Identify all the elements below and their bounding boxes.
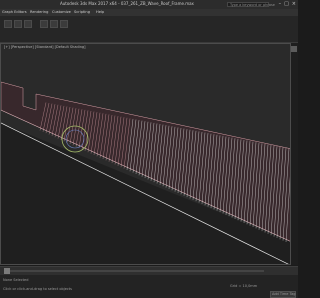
close-button[interactable]: ×	[292, 1, 296, 7]
menu-customize[interactable]: Customize	[52, 10, 71, 14]
search-box[interactable]: Type a keyword or phrase	[227, 1, 275, 7]
menu-help[interactable]: Help	[96, 10, 104, 14]
search-placeholder: Type a keyword or phrase	[230, 2, 275, 7]
viewport-scene	[1, 81, 290, 264]
add-time-tag-button[interactable]: Add Time Tag	[270, 291, 296, 298]
maximize-button[interactable]: □	[284, 1, 289, 7]
toolbar-button-icon[interactable]	[40, 20, 48, 28]
timeline-slider[interactable]	[4, 268, 10, 274]
menu-scripting[interactable]: Scripting	[74, 10, 90, 14]
main-toolbar	[0, 16, 298, 43]
prompt-hint: Click or click-and-drag to select object…	[3, 287, 72, 291]
grid-readout: Grid = 10,0mm	[230, 284, 258, 288]
minimize-button[interactable]: –	[279, 1, 282, 7]
toolbar-button-icon[interactable]	[50, 20, 58, 28]
toolbar-button-icon[interactable]	[60, 20, 68, 28]
toolbar-button-icon[interactable]	[14, 20, 22, 28]
timeline-track[interactable]	[4, 270, 264, 272]
toolbar-button-icon[interactable]	[4, 20, 12, 28]
menu-graph-editors[interactable]: Graph Editors	[2, 10, 27, 14]
status-bar: None Selected Grid = 10,0mm Click or cli…	[0, 275, 298, 298]
perspective-viewport[interactable]: [+] [Perspective] [Standard] [Default Sh…	[0, 43, 291, 265]
window-controls: – □ ×	[279, 1, 296, 7]
right-strip	[291, 43, 298, 265]
toolbar-button-icon[interactable]	[24, 20, 32, 28]
selection-status: None Selected	[3, 278, 29, 282]
viewport-label[interactable]: [+] [Perspective] [Standard] [Default Sh…	[4, 45, 86, 49]
add-time-tag-label: Add Time Tag	[272, 292, 296, 296]
menu-rendering[interactable]: Rendering	[30, 10, 48, 14]
viewcube-icon[interactable]	[291, 46, 297, 52]
window-title: Autodesk 3ds Max 2017 x64 - 037_261_ZB_W…	[60, 1, 194, 6]
